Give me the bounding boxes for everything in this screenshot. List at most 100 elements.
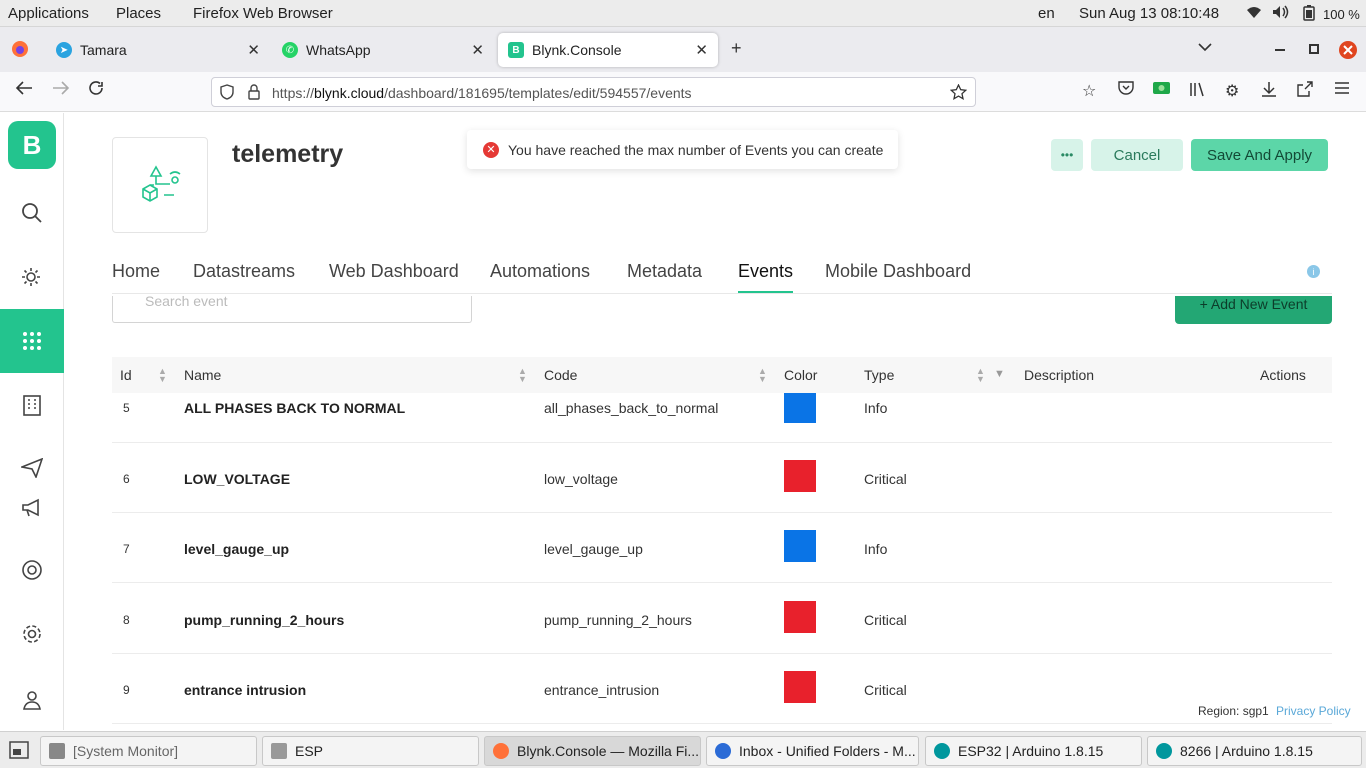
column-code[interactable]: Code [544, 367, 577, 383]
pocket-icon[interactable] [1118, 81, 1134, 100]
taskbar-thunderbird[interactable]: Inbox - Unified Folders - M... [706, 736, 919, 766]
sort-icon[interactable]: ▲ ▼ [518, 367, 527, 384]
url-path: /dashboard/181695/templates/edit/594557/… [384, 85, 692, 101]
row-id: 5 [123, 401, 130, 415]
row-code: pump_running_2_hours [544, 612, 692, 628]
template-tabs: Home Datastreams Web Dashboard Automatio… [112, 258, 1332, 294]
extension-icon[interactable] [1153, 81, 1170, 100]
user-profile-icon[interactable] [0, 679, 64, 719]
organizations-building-icon[interactable] [0, 385, 64, 425]
keyboard-layout[interactable]: en [1038, 5, 1055, 22]
privacy-policy-link[interactable]: Privacy Policy [1276, 704, 1351, 718]
places-menu[interactable]: Places [116, 5, 161, 22]
firefox-view-icon[interactable] [11, 40, 29, 63]
settings-gear-icon[interactable]: ⚙ [1225, 81, 1239, 101]
blynk-logo[interactable]: B [8, 121, 56, 169]
column-name[interactable]: Name [184, 367, 221, 383]
table-row[interactable]: 7 level_gauge_up level_gauge_up Info [112, 513, 1332, 583]
sort-icon[interactable]: ▲ ▼ [758, 367, 767, 384]
url-text[interactable]: https://blynk.cloud/dashboard/181695/tem… [272, 85, 692, 101]
tab-events[interactable]: Events [738, 261, 793, 282]
new-tab-button[interactable]: + [731, 38, 742, 59]
table-row[interactable]: 9 entrance intrusion entrance_intrusion … [112, 654, 1332, 724]
share-icon[interactable] [1297, 81, 1313, 102]
template-title[interactable]: telemetry [232, 140, 343, 169]
send-icon[interactable] [0, 448, 64, 488]
taskbar-arduino-8266[interactable]: 8266 | Arduino 1.8.15 [1147, 736, 1362, 766]
filter-icon[interactable]: ▼ [994, 368, 1005, 380]
tab-blynk-console[interactable]: B Blynk.Console ✕ [498, 33, 718, 67]
hamburger-menu-icon[interactable] [1334, 81, 1350, 100]
taskbar-firefox[interactable]: Blynk.Console — Mozilla Fi... [484, 736, 701, 766]
list-tabs-icon[interactable] [1198, 39, 1212, 55]
row-type: Info [864, 541, 888, 557]
toast-message: You have reached the max number of Event… [508, 141, 884, 158]
settings-gear-icon[interactable] [0, 614, 64, 654]
tab-home[interactable]: Home [112, 261, 160, 282]
shield-icon[interactable] [220, 84, 234, 103]
library-icon[interactable] [1189, 81, 1207, 102]
reload-icon[interactable] [88, 80, 104, 101]
forward-icon[interactable] [52, 80, 70, 101]
color-swatch [784, 460, 816, 492]
column-id[interactable]: Id [120, 367, 132, 383]
minimize-icon[interactable] [1274, 37, 1286, 58]
taskbar-system-monitor[interactable]: [System Monitor] [40, 736, 257, 766]
templates-grid-icon[interactable] [0, 309, 64, 373]
close-icon[interactable]: ✕ [471, 41, 484, 59]
battery-icon[interactable] [1303, 5, 1315, 25]
tab-web-dashboard[interactable]: Web Dashboard [329, 261, 459, 282]
search-event-input[interactable]: Search event [112, 293, 472, 323]
back-icon[interactable] [15, 80, 33, 101]
browser-nav-bar: https://blynk.cloud/dashboard/181695/tem… [0, 72, 1366, 112]
megaphone-icon[interactable] [0, 488, 64, 528]
sort-icon[interactable]: ▲ ▼ [158, 367, 167, 384]
file-manager-icon [271, 743, 287, 759]
tab-datastreams[interactable]: Datastreams [193, 261, 295, 282]
support-lifebuoy-icon[interactable] [0, 550, 64, 590]
browser-app-menu[interactable]: Firefox Web Browser [193, 5, 333, 22]
close-icon[interactable]: ✕ [695, 41, 708, 59]
downloads-icon[interactable] [1261, 81, 1277, 102]
tab-whatsapp[interactable]: ✆ WhatsApp ✕ [272, 33, 494, 67]
wifi-icon[interactable] [1246, 5, 1262, 23]
tab-mobile-dashboard[interactable]: Mobile Dashboard [825, 261, 971, 282]
pocket-save-icon[interactable]: ☆ [1082, 81, 1096, 101]
tab-tamara[interactable]: ➤ Tamara ✕ [46, 33, 270, 67]
taskbar-label: Blynk.Console — Mozilla Fi... [517, 743, 700, 759]
row-type: Critical [864, 612, 907, 628]
taskbar-label: 8266 | Arduino 1.8.15 [1180, 743, 1313, 759]
more-options-button[interactable]: ••• [1051, 139, 1083, 171]
sort-icon[interactable]: ▲ ▼ [976, 367, 985, 384]
save-and-apply-button[interactable]: Save And Apply [1191, 139, 1328, 171]
tab-metadata[interactable]: Metadata [627, 261, 702, 282]
taskbar-esp[interactable]: ESP [262, 736, 479, 766]
column-type[interactable]: Type [864, 367, 894, 383]
close-window-icon[interactable] [1338, 40, 1358, 65]
lock-icon[interactable] [248, 84, 260, 103]
table-row[interactable]: 8 pump_running_2_hours pump_running_2_ho… [112, 584, 1332, 654]
template-image[interactable] [112, 137, 208, 233]
volume-icon[interactable] [1272, 5, 1289, 23]
tab-automations[interactable]: Automations [490, 261, 590, 282]
info-icon[interactable]: i [1307, 265, 1320, 278]
browser-tab-strip: ➤ Tamara ✕ ✆ WhatsApp ✕ B Blynk.Console … [0, 27, 1366, 72]
search-placeholder: Search event [145, 293, 228, 309]
search-icon[interactable] [0, 193, 64, 233]
close-icon[interactable]: ✕ [247, 41, 260, 59]
taskbar-arduino-esp32[interactable]: ESP32 | Arduino 1.8.15 [925, 736, 1142, 766]
show-desktop-icon[interactable] [9, 741, 29, 764]
bookmark-star-icon[interactable] [949, 83, 968, 103]
active-tab-indicator [738, 291, 793, 293]
table-row[interactable]: 5 ALL PHASES BACK TO NORMAL all_phases_b… [112, 393, 1332, 443]
error-toast: ✕ You have reached the max number of Eve… [467, 130, 898, 169]
maximize-icon[interactable] [1308, 39, 1320, 60]
clock[interactable]: Sun Aug 13 08:10:48 [1079, 5, 1219, 22]
add-new-event-button[interactable]: + Add New Event [1175, 296, 1332, 324]
table-row[interactable]: 6 LOW_VOLTAGE low_voltage Critical [112, 443, 1332, 513]
cancel-button[interactable]: Cancel [1091, 139, 1183, 171]
taskbar-label: ESP32 | Arduino 1.8.15 [958, 743, 1104, 759]
automation-sun-icon[interactable] [0, 258, 64, 298]
applications-menu[interactable]: Applications [8, 5, 89, 22]
url-bar[interactable]: https://blynk.cloud/dashboard/181695/tem… [211, 77, 976, 107]
